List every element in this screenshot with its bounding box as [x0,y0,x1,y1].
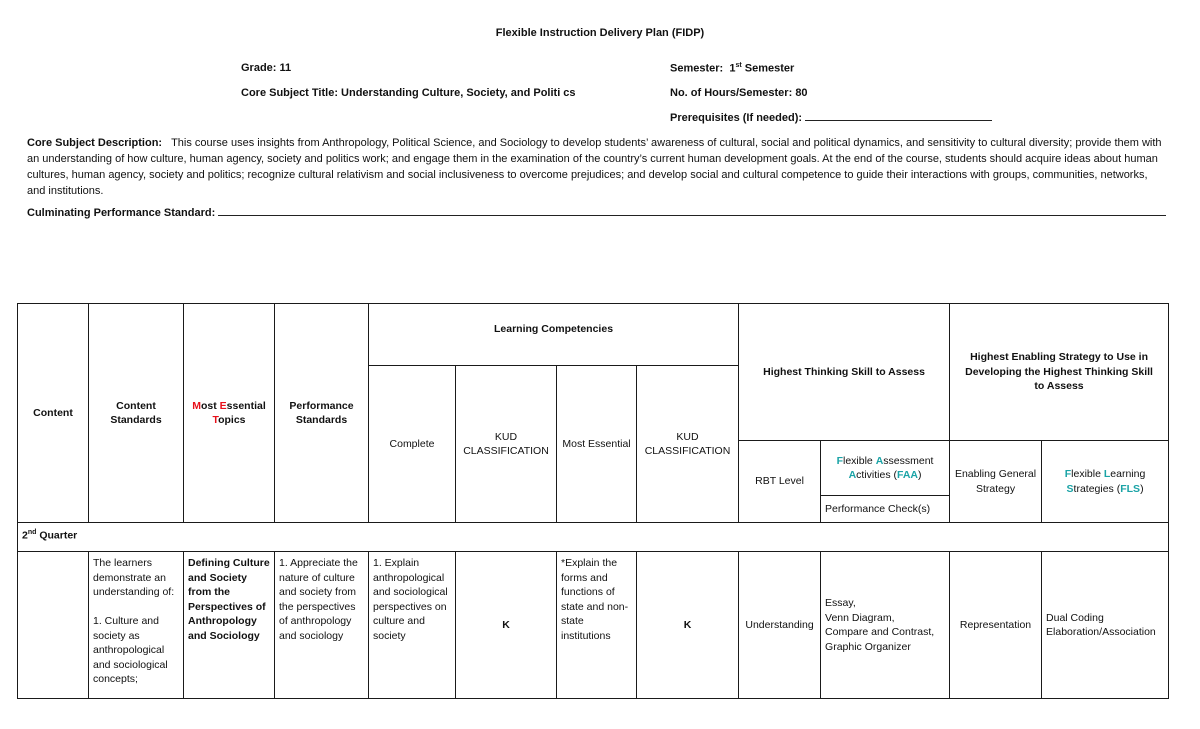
text-close-paren: ) [918,469,922,481]
semester-sup: st [735,62,742,69]
cell-kud-2: K [635,551,740,699]
faa-line: Essay, [825,597,856,609]
table-row: The learners demonstrate an understandin… [17,551,1170,699]
header-most-essential: Most Essential [556,365,637,523]
text-ctivities: ctivities ( [856,469,897,481]
quarter-row: 2nd Quarter [16,522,1170,552]
text-ssential: ssential [226,399,266,412]
content-standards-item: 1. Culture and society as anthropologica… [93,615,168,685]
faa-line: Graphic Organizer [825,640,911,653]
document-title: Flexible Instruction Delivery Plan (FIDP… [495,27,705,39]
core-subject-description: Core Subject Description: This course us… [27,135,1167,199]
core-subject-title-label: Core Subject Title: [241,87,338,99]
header-rbt-level: RBT Level [738,440,822,523]
fls-line: Dual Coding [1046,611,1104,624]
culminating-blank[interactable] [218,215,1167,216]
header-kud-classification-1: KUD CLASSIFICATION [455,365,557,523]
quarter-text: Quarter [39,529,78,542]
cell-enabling-general-strategy: Representation [949,551,1043,699]
cell-rbt-level: Understanding [738,551,822,699]
header-content: Content [17,303,89,523]
faa-line: Venn Diagram, [825,611,895,624]
header-complete: Complete [368,365,456,523]
cell-faa: Essay, Venn Diagram, Compare and Contras… [820,551,951,699]
text-lexible: lexible [843,454,876,467]
hours-field: No. of Hours/Semester: 80 [670,87,808,99]
red-initial-e: E [219,399,227,412]
cell-performance-standards: 1. Appreciate the nature of culture and … [274,551,369,699]
red-initial-m: M [192,399,201,412]
quarter-label: 2nd Quarter [16,522,1170,552]
header-most-essential-topics: Most Essential Topics [183,303,275,523]
core-subject-title-value: Understanding Culture, Society, and Poli… [341,87,576,99]
semester-word: Semester [744,62,795,75]
description-label: Core Subject Description: [27,137,163,149]
prerequisites-label: Prerequisites (If needed): [670,112,803,124]
cell-content [17,551,89,699]
header-content-standards: Content Standards [88,303,184,523]
header-kud-classification-2: KUD CLASSIFICATION [635,365,740,523]
cell-fls: Dual Coding Elaboration/Association [1041,551,1170,699]
text-close-paren: ) [1140,482,1144,495]
cell-complete-competency: 1. Explain anthropological and sociologi… [368,551,456,699]
header-row-1: Content Content Standards Most Essential… [17,303,1170,523]
text-ost: ost [200,399,220,412]
hours-label: No. of Hours/Semester: [670,87,793,99]
header-learning-competencies: Learning Competencies [367,303,740,366]
header-enabling-general-strategy: Enabling General Strategy [949,440,1043,523]
semester-label: Semester: [670,62,724,75]
fls-line: Elaboration/Association [1046,626,1156,638]
cell-most-essential-competency: *Explain the forms and functions of stat… [556,551,637,699]
text-trategies: trategies ( [1073,482,1121,495]
cell-most-essential-topic: Defining Culture and Society from the Pe… [183,551,275,699]
text-opics: opics [218,414,246,426]
description-text: This course uses insights from Anthropol… [27,137,1162,197]
header-highest-enabling-strategy: Highest Enabling Strategy to Use in Deve… [949,303,1170,441]
grade-value: 11 [279,62,292,74]
header-highest-thinking-skill: Highest Thinking Skill to Assess [738,303,951,441]
text-ssessment: ssessment [883,454,934,467]
semester-field: Semester: 1st Semester [670,62,794,75]
culminating-performance-standard: Culminating Performance Standard: [27,207,1167,219]
fidp-table: Content Content Standards Most Essential… [16,303,1170,699]
cell-content-standards: The learners demonstrate an understandin… [88,551,184,699]
header-performance-standards: Performance Standards [274,303,369,523]
content-standards-intro: The learners demonstrate an understandin… [93,557,175,598]
teal-abbr-fls: FLS [1120,482,1141,495]
prerequisites-field: Prerequisites (If needed): [670,112,993,124]
culminating-label: Culminating Performance Standard: [27,207,216,219]
grade-field: Grade: 11 [241,62,291,74]
hours-value: 80 [795,87,808,99]
teal-abbr-faa: FAA [897,469,918,481]
grade-label: Grade: [241,62,277,74]
header-performance-checks: Performance Check(s) [820,495,951,523]
faa-line: Compare and Contrast, [825,626,935,638]
core-subject-title-field: Core Subject Title: Understanding Cultur… [241,87,576,99]
cell-kud-1: K [455,551,557,699]
quarter-sup: nd [27,529,37,536]
header-flexible-learning-strategies: Flexible Learning Strategies (FLS) [1041,440,1170,523]
teal-initial-s: S [1066,482,1074,495]
text-earning: earning [1110,468,1146,480]
header-flexible-assessment-activities: Flexible Assessment Activities (FAA) [820,440,951,496]
prerequisites-blank[interactable] [805,120,993,121]
text-lexible: lexible [1071,468,1104,480]
